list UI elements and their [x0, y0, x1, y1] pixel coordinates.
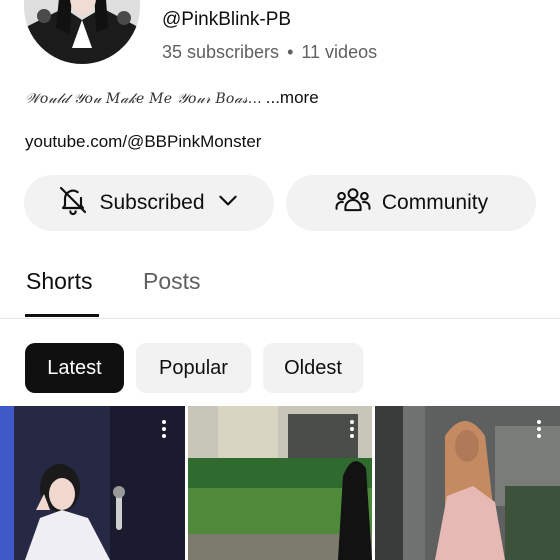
chevron-down-icon [215, 187, 241, 219]
short-thumbnail[interactable] [188, 406, 372, 560]
subscribed-button[interactable]: Subscribed [24, 175, 274, 231]
channel-description[interactable]: 𝒲𝑜𝓊𝓁𝒹 𝒴𝑜𝓊 𝑀𝒶𝓀𝑒 𝑀𝑒 𝒴𝑜𝓊𝓇 𝐵𝑜𝒶𝓈... ...more [25, 88, 319, 108]
filter-chip-latest[interactable]: Latest [25, 343, 124, 393]
short-thumbnail[interactable] [375, 406, 560, 560]
channel-link[interactable]: youtube.com/@BBPinkMonster [25, 132, 261, 152]
more-vertical-icon[interactable] [537, 420, 543, 438]
subscribed-label: Subscribed [99, 191, 205, 214]
tab-shorts[interactable]: Shorts [26, 268, 92, 295]
channel-avatar[interactable] [24, 0, 140, 64]
channel-handle: @PinkBlink-PB [162, 9, 292, 30]
active-tab-indicator [25, 314, 99, 317]
short-thumbnail-image [0, 406, 185, 560]
short-thumbnail-image [375, 406, 560, 560]
channel-stats: 35 subscribers • 11 videos [162, 42, 377, 63]
short-thumbnail[interactable] [0, 406, 185, 560]
filter-chip-oldest[interactable]: Oldest [263, 343, 363, 393]
more-vertical-icon[interactable] [162, 420, 168, 438]
community-button[interactable]: Community [286, 175, 536, 231]
tab-divider [0, 318, 560, 319]
filter-chip-popular[interactable]: Popular [136, 343, 251, 393]
community-label: Community [381, 191, 489, 214]
bell-off-icon [57, 184, 89, 222]
people-icon [334, 184, 372, 222]
tab-posts[interactable]: Posts [143, 268, 201, 295]
short-thumbnail-image [188, 406, 372, 560]
video-count: 11 videos [301, 42, 378, 62]
stats-separator: • [287, 42, 294, 62]
subscriber-count: 35 subscribers [162, 42, 280, 62]
description-text: 𝒲𝑜𝓊𝓁𝒹 𝒴𝑜𝓊 𝑀𝒶𝓀𝑒 𝑀𝑒 𝒴𝑜𝓊𝓇 𝐵𝑜𝒶𝓈... [25, 91, 262, 107]
more-link[interactable]: ...more [266, 88, 319, 108]
more-vertical-icon[interactable] [350, 420, 356, 438]
